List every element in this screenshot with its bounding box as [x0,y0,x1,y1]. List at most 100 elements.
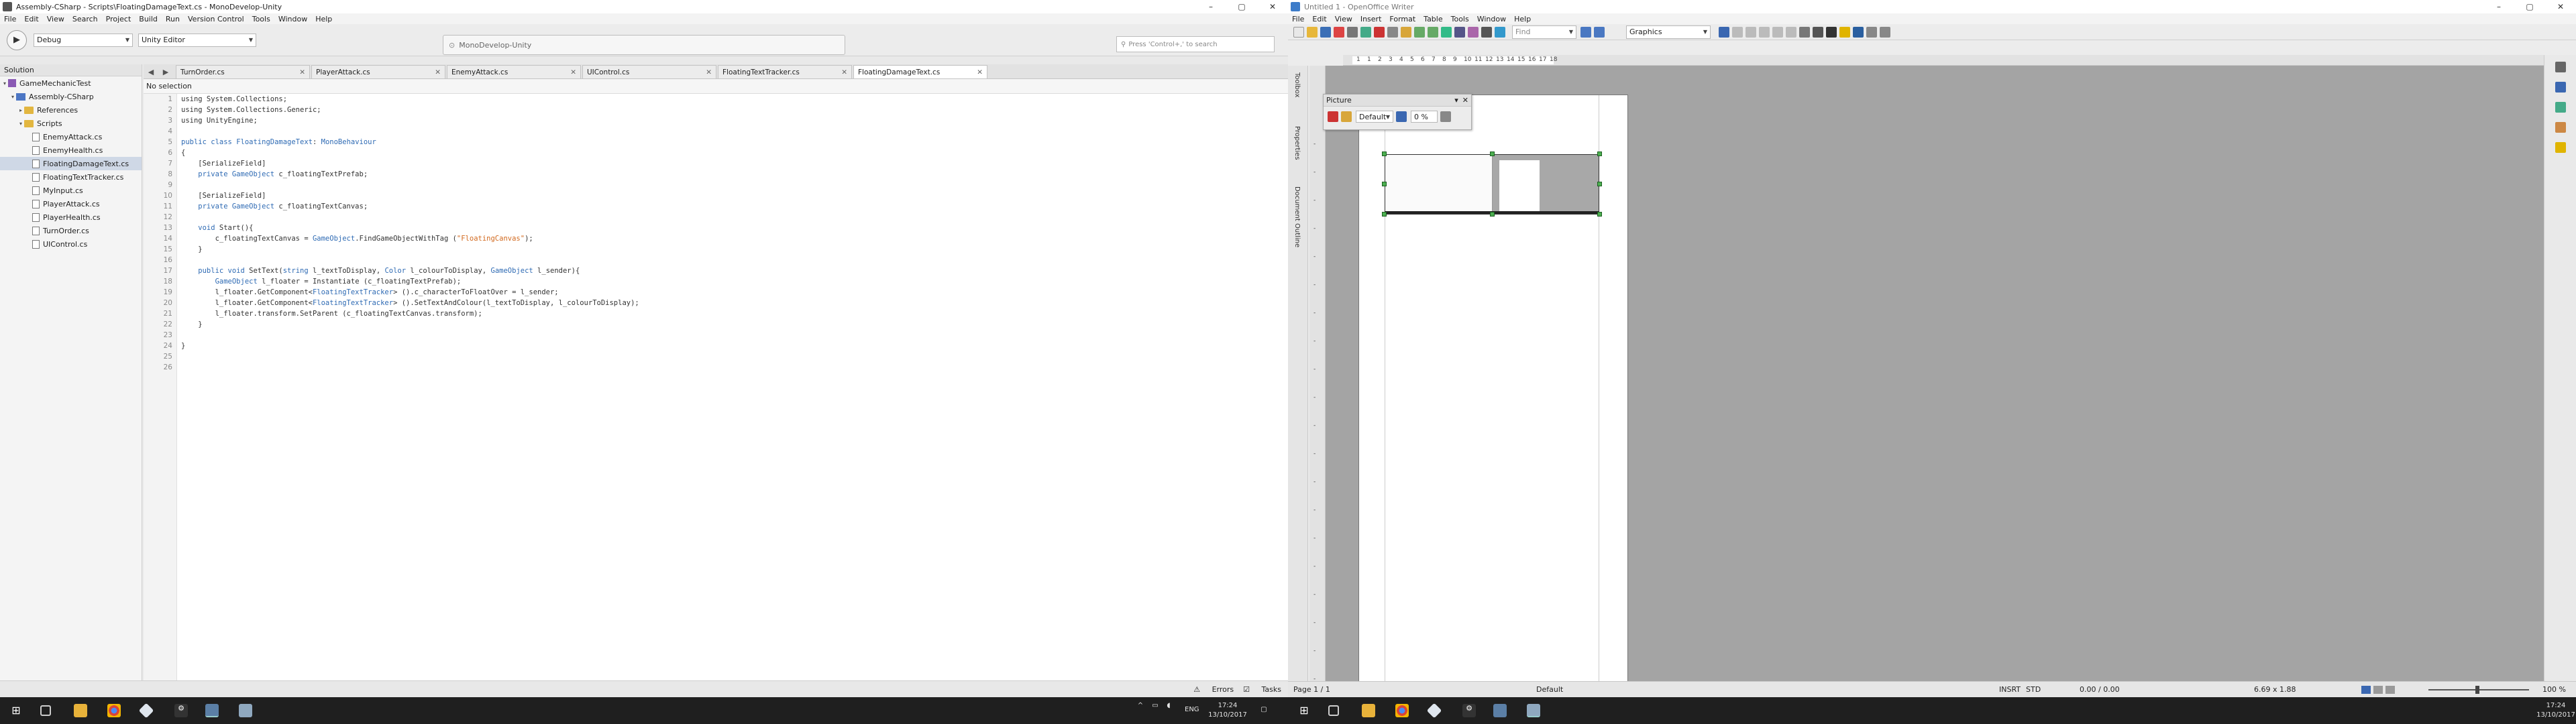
code-line[interactable] [181,351,639,362]
menu-item[interactable]: Version Control [188,15,244,23]
code-line[interactable] [181,330,639,341]
code-editor[interactable]: 1 2 3 4 5 6 7 8 9 10 11 12 13 14 15 16 17 18 19 20 21 22 23 24 2… [144,94,1288,680]
clock[interactable]: 17:24 13/10/2017 [2536,701,2576,720]
monodevelop-taskbar-icon[interactable] [205,704,219,717]
resize-handle[interactable] [1597,152,1602,156]
color-icon[interactable] [1396,111,1407,122]
menu-item[interactable]: Build [139,15,158,23]
page-style[interactable]: Default [1536,685,1563,694]
code-line[interactable] [181,255,639,265]
find-next-icon[interactable] [1580,26,1591,38]
resize-handle[interactable] [1597,212,1602,217]
menu-item[interactable]: Project [106,15,131,23]
expander-icon[interactable]: ▸ [17,107,24,113]
menu-item[interactable]: Window [278,15,307,23]
code-line[interactable] [181,212,639,223]
file-explorer-icon[interactable] [1362,704,1375,717]
code-line[interactable]: } [181,244,639,255]
tab-floatingtexttracker-cs[interactable]: FloatingTextTracker.cs ✕ [718,65,852,78]
properties-deck-icon[interactable] [2555,82,2566,93]
line-color-icon[interactable] [1826,26,1837,38]
print-icon[interactable] [1347,26,1358,38]
properties-tab[interactable]: Properties [1293,126,1301,160]
tab-enemyattack-cs[interactable]: EnemyAttack.cs ✕ [447,65,581,78]
code-line[interactable]: [SerializeField] [181,190,639,201]
wrap-off-icon[interactable] [1719,26,1729,38]
resize-handle[interactable] [1382,212,1387,217]
align-right-icon[interactable] [1786,26,1796,38]
code-line[interactable]: } [181,341,639,351]
chrome-icon[interactable] [1395,704,1409,717]
menu-item[interactable]: View [1335,15,1352,23]
search-input[interactable]: ⚲ Press 'Control+,' to search [1116,36,1275,52]
close-icon[interactable]: ✕ [435,68,441,76]
resize-handle[interactable] [1382,182,1387,186]
find-input[interactable]: Find ▼ [1512,25,1576,39]
wrap-optimal-icon[interactable] [1746,26,1756,38]
save-icon[interactable] [1320,26,1331,38]
toolbox-tab[interactable]: Toolbox [1293,72,1301,98]
selection-mode[interactable]: STD [2026,685,2041,694]
code-line[interactable]: { [181,147,639,158]
view-layout-buttons[interactable] [2361,686,2415,694]
maximize-button[interactable]: ▢ [2514,0,2545,13]
table-icon[interactable] [1454,26,1465,38]
code-line[interactable]: c_floatingTextCanvas = GameObject.FindGa… [181,233,639,244]
config-select[interactable]: Debug ▼ [34,33,133,47]
tree-item[interactable]: ▾ Scripts [0,117,142,130]
resize-handle[interactable] [1490,152,1495,156]
writer-taskbar-icon[interactable] [1527,704,1540,717]
menu-item[interactable]: Tools [252,15,270,23]
code-line[interactable]: l_floater.GetComponent<FloatingTextTrack… [181,298,639,308]
unity-icon[interactable] [1426,703,1442,719]
menu-item[interactable]: Help [315,15,332,23]
toolbar-menu-icon[interactable]: ▾ [1454,96,1458,105]
code-line[interactable]: private GameObject c_floatingTextCanvas; [181,201,639,212]
send-to-back-icon[interactable] [1880,26,1890,38]
menu-item[interactable]: Format [1389,15,1415,23]
steam-icon[interactable]: ⚙ [1462,704,1476,717]
code-line[interactable]: l_floater.GetComponent<FloatingTextTrack… [181,287,639,298]
graphics-mode-icon[interactable] [1341,111,1352,122]
code-line[interactable]: [SerializeField] [181,158,639,169]
tree-item[interactable]: ▸ References [0,103,142,117]
tree-item[interactable]: UIControl.cs [0,237,142,251]
close-icon[interactable]: ✕ [706,68,712,76]
target-select[interactable]: Unity Editor ▼ [138,33,256,47]
crop-icon[interactable] [1440,111,1451,122]
task-view-icon[interactable] [1328,705,1339,716]
find-replace-icon[interactable] [1481,26,1492,38]
code-line[interactable]: GameObject l_floater = Instantiate (c_fl… [181,276,639,287]
multi-page-view-icon[interactable] [2373,686,2383,694]
menu-item[interactable]: File [4,15,16,23]
show-draw-functions-icon[interactable] [1468,26,1479,38]
borders-icon[interactable] [1799,26,1810,38]
align-left-icon[interactable] [1759,26,1770,38]
code-line[interactable]: private GameObject c_floatingTextPrefab; [181,169,639,180]
menu-item[interactable]: File [1292,15,1304,23]
code-line[interactable]: using System.Collections; [181,94,639,105]
bring-to-front-icon[interactable] [1866,26,1877,38]
line-style-icon[interactable] [1813,26,1823,38]
close-button[interactable]: ✕ [2545,0,2576,13]
filter-icon[interactable] [1328,111,1338,122]
undo-icon[interactable] [1414,26,1425,38]
close-icon[interactable]: ✕ [977,68,983,76]
align-center-icon[interactable] [1772,26,1783,38]
notifications-icon[interactable]: ▢ [1257,705,1271,715]
spellcheck-icon[interactable] [1360,26,1371,38]
gallery-deck-icon[interactable] [2555,122,2566,133]
book-view-icon[interactable] [2385,686,2395,694]
code-text[interactable]: using System.Collections; using System.Co… [181,94,639,373]
new-document-icon[interactable] [1293,26,1304,38]
minimize-button[interactable]: – [2483,0,2514,13]
menu-item[interactable]: Edit [24,15,38,23]
wrap-page-icon[interactable] [1732,26,1743,38]
file-explorer-icon[interactable] [74,704,87,717]
tray-chevron-icon[interactable]: ^ [1134,701,1147,711]
tabs-forward-arrow-icon[interactable]: ▶ [158,65,173,78]
menu-item[interactable]: Search [72,15,98,23]
maximize-button[interactable]: ▢ [1226,0,1257,13]
code-line[interactable]: using System.Collections.Generic; [181,105,639,115]
unity-icon[interactable] [138,703,154,719]
